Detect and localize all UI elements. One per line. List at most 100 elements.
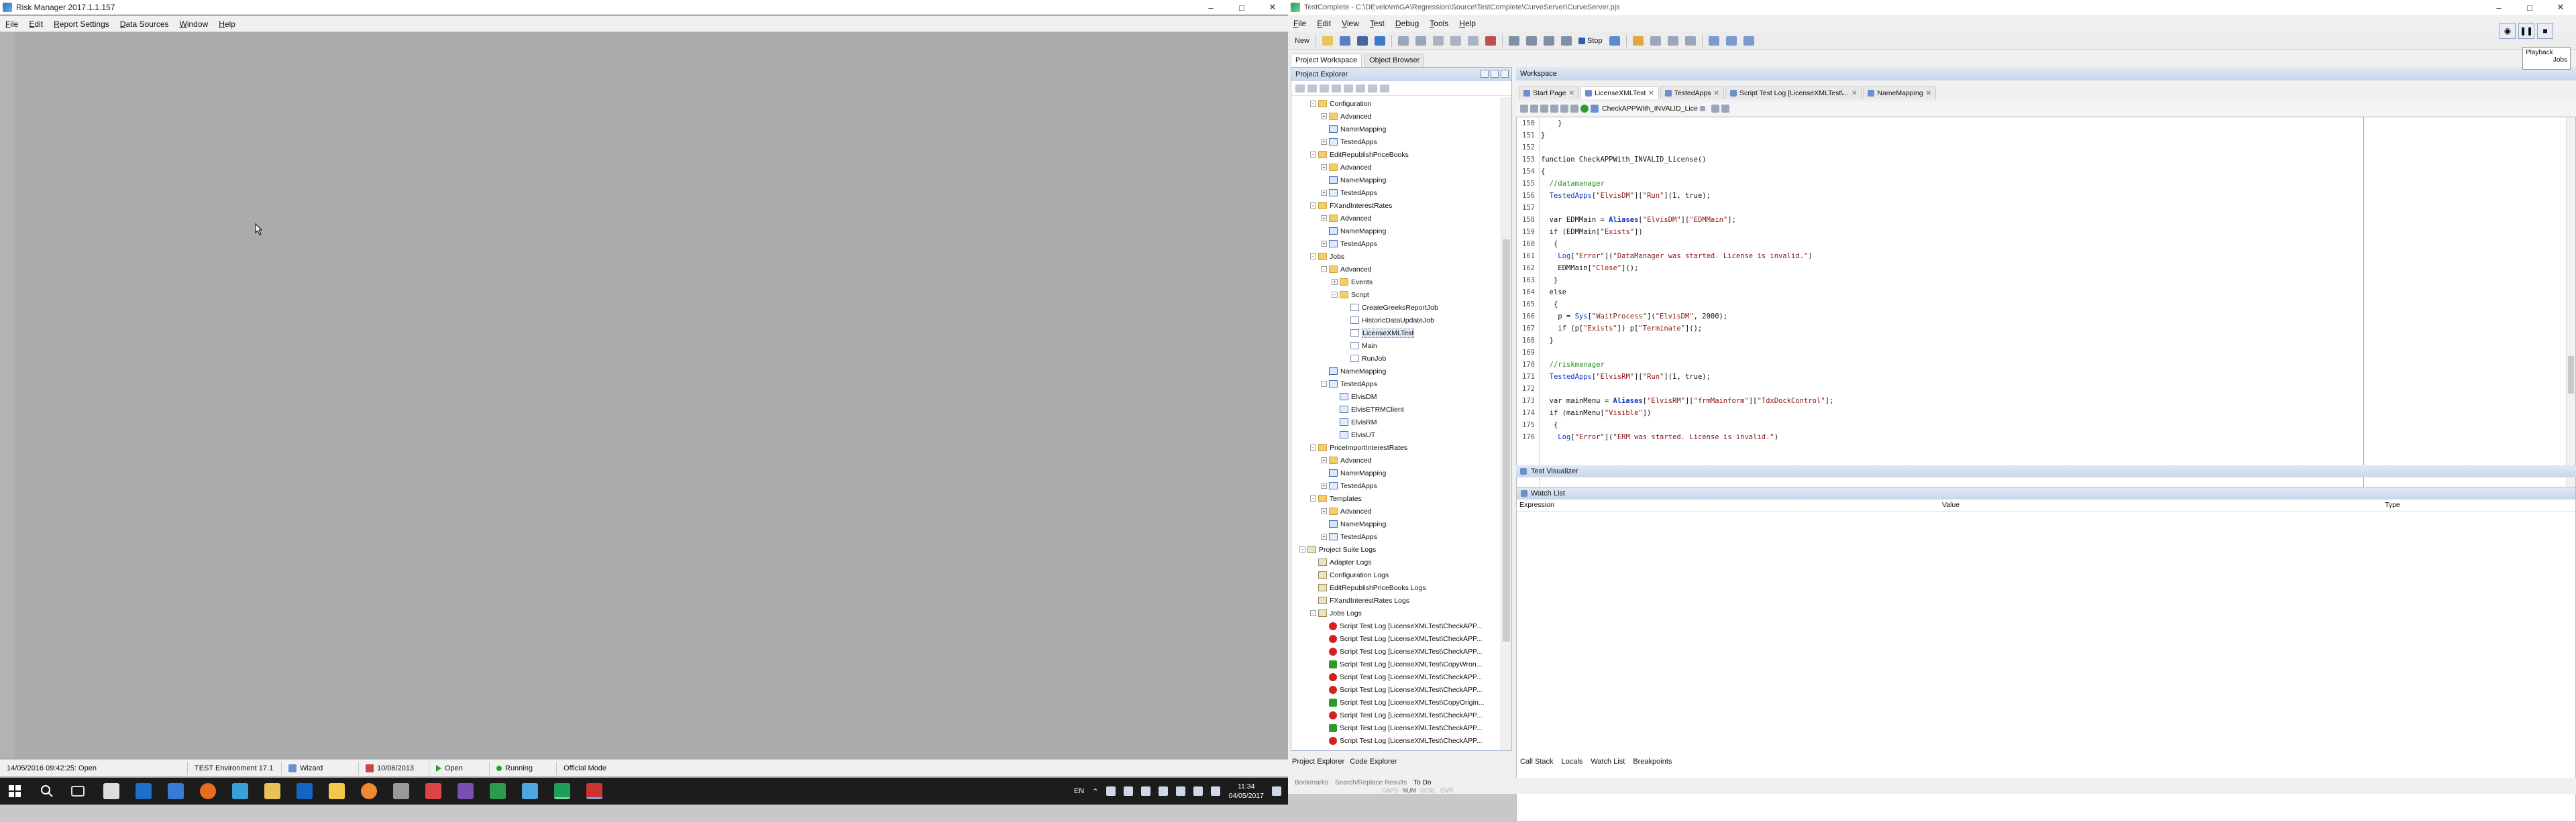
run-routine-icon[interactable] xyxy=(1520,105,1528,113)
collapse-icon[interactable]: - xyxy=(1310,101,1316,107)
minimize-button[interactable]: – xyxy=(1195,0,1226,15)
comment-icon[interactable] xyxy=(1550,105,1558,113)
code-line[interactable]: TestedApps["ElvisDM"]["Run"](1, true); xyxy=(1541,190,2337,202)
tree-item[interactable]: + TestedApps xyxy=(1291,186,1501,199)
tree-item[interactable]: - Jobs Logs xyxy=(1291,607,1501,620)
expand-icon[interactable]: + xyxy=(1321,139,1327,145)
tree-item[interactable]: + TestedApps xyxy=(1291,530,1501,543)
expand-icon[interactable]: + xyxy=(1321,190,1327,196)
close-tab-icon[interactable]: ✕ xyxy=(1714,90,1719,97)
collapse-icon[interactable]: - xyxy=(1310,152,1316,158)
save-all-button[interactable] xyxy=(1354,34,1371,48)
tree-item[interactable]: - Advanced xyxy=(1291,263,1501,276)
code-line[interactable]: var EDMMain = Aliases["ElvisDM"]["EDMMai… xyxy=(1541,214,2337,226)
tree-item[interactable]: - FXandInterestRates xyxy=(1291,199,1501,212)
run-project-button[interactable] xyxy=(1506,34,1522,48)
collapse-icon[interactable]: - xyxy=(1310,610,1316,616)
tree-item[interactable]: Main xyxy=(1291,339,1501,352)
redo-button[interactable] xyxy=(1413,34,1429,48)
testcomplete-taskbar-icon[interactable] xyxy=(554,783,570,799)
firefox-icon[interactable] xyxy=(200,783,216,799)
menu-window[interactable]: Window xyxy=(174,19,214,29)
task-view-icon[interactable] xyxy=(71,786,85,797)
step-button[interactable] xyxy=(1648,34,1664,48)
app-blue-icon[interactable] xyxy=(522,783,538,799)
column-expression[interactable]: Expression xyxy=(1517,500,1939,511)
collapse-icon[interactable]: - xyxy=(1310,445,1316,451)
tc-menu-tools[interactable]: Tools xyxy=(1424,19,1454,28)
tree-item[interactable]: Adapter Logs xyxy=(1291,556,1501,569)
tree-item[interactable]: NameMapping xyxy=(1291,467,1501,479)
stop-button[interactable]: Stop xyxy=(1576,34,1605,48)
tools-icon[interactable] xyxy=(393,783,409,799)
step-out-button[interactable] xyxy=(1682,34,1699,48)
expand-icon[interactable]: + xyxy=(1332,279,1338,285)
tree-item[interactable]: NameMapping xyxy=(1291,123,1501,135)
tree-item[interactable]: ElvisETRMClient xyxy=(1291,403,1501,416)
tray-app-icon[interactable] xyxy=(1106,786,1116,796)
tab-project-explorer[interactable]: Project Explorer xyxy=(1292,758,1344,770)
expand-icon[interactable]: + xyxy=(1321,483,1327,489)
wizard-tool-icon[interactable] xyxy=(1711,105,1719,113)
tc-menu-debug[interactable]: Debug xyxy=(1390,19,1424,28)
new-button[interactable]: New xyxy=(1292,34,1312,48)
language-indicator[interactable]: EN xyxy=(1074,787,1084,795)
tree-item[interactable]: Script Test Log [LicenseXMLTest\CopyWron… xyxy=(1291,658,1501,670)
test-visualizer-header[interactable]: Test Visualizer xyxy=(1516,465,2576,477)
code-line[interactable]: if (EDMMain["Exists"]) xyxy=(1541,226,2337,238)
tree-item[interactable]: Script Test Log [LicenseXMLTest\CheckAPP… xyxy=(1291,747,1501,749)
code-line[interactable]: { xyxy=(1541,166,2337,178)
tab-call-stack[interactable]: Call Stack xyxy=(1520,758,1554,770)
code-line[interactable]: { xyxy=(1541,238,2337,250)
tree-tool-icon[interactable] xyxy=(1356,84,1365,93)
expand-icon[interactable]: + xyxy=(1321,215,1327,221)
code-line[interactable]: Log["Error"]("DataManager was started. L… xyxy=(1541,250,2337,262)
tray-app-icon[interactable] xyxy=(1124,786,1134,796)
code-line[interactable]: if (mainMenu["Visible"]) xyxy=(1541,407,2337,419)
tab-to-do[interactable]: To Do xyxy=(1413,779,1431,786)
volume-icon[interactable] xyxy=(1211,786,1221,796)
code-line[interactable]: var mainMenu = Aliases["ElvisRM"]["frmMa… xyxy=(1541,395,2337,407)
editor-vertical-scrollbar[interactable] xyxy=(2566,117,2575,500)
tab-project-workspace[interactable]: Project Workspace xyxy=(1291,54,1362,67)
tree-item[interactable]: Script Test Log [LicenseXMLTest\CheckAPP… xyxy=(1291,721,1501,734)
code-line[interactable] xyxy=(1541,202,2337,214)
pause-button[interactable] xyxy=(1607,34,1623,48)
tree-item[interactable]: Script Test Log [LicenseXMLTest\CheckAPP… xyxy=(1291,734,1501,747)
project-tree-scrollbar[interactable] xyxy=(1501,97,1511,750)
paste-button[interactable] xyxy=(1465,34,1481,48)
ie-icon[interactable] xyxy=(168,783,184,799)
tree-tool-icon[interactable] xyxy=(1307,84,1317,93)
code-line[interactable]: p = Sys["WaitProcess"]("ElvisDM", 2000); xyxy=(1541,310,2337,322)
edge-icon[interactable] xyxy=(136,783,152,799)
column-value[interactable]: Value xyxy=(1939,500,2382,511)
code-line[interactable]: { xyxy=(1541,419,2337,431)
menu-data-sources[interactable]: Data Sources xyxy=(115,19,174,29)
tree-item[interactable]: EditRepublishPriceBooks Logs xyxy=(1291,581,1501,594)
tree-item[interactable]: - Project Suite Logs xyxy=(1291,543,1501,556)
tree-item[interactable]: - Configuration xyxy=(1291,97,1501,110)
tree-item[interactable]: Script Test Log [LicenseXMLTest\CheckAPP… xyxy=(1291,632,1501,645)
code-line[interactable]: } xyxy=(1541,274,2337,286)
close-tab-icon[interactable]: ✕ xyxy=(1851,90,1857,97)
tree-tool-icon[interactable] xyxy=(1368,84,1377,93)
tc-maximize-button[interactable]: □ xyxy=(2514,0,2545,15)
editor-tab[interactable]: TestedApps ✕ xyxy=(1660,86,1724,99)
tc-menu-file[interactable]: File xyxy=(1288,19,1311,28)
undo-button[interactable] xyxy=(1395,34,1411,48)
tree-item[interactable]: - PriceImportInterestRates xyxy=(1291,441,1501,454)
close-tab-icon[interactable]: ✕ xyxy=(1926,90,1931,97)
tree-item[interactable]: - EditRepublishPriceBooks xyxy=(1291,148,1501,161)
go-icon[interactable] xyxy=(1580,105,1589,113)
layout-2-button[interactable] xyxy=(1723,34,1739,48)
tree-item[interactable]: LicenseXMLTest xyxy=(1291,327,1501,339)
tree-item[interactable]: HistoricDataUpdateJob xyxy=(1291,314,1501,327)
layout-button[interactable] xyxy=(1706,34,1722,48)
tree-item[interactable]: Script Test Log [LicenseXMLTest\CheckAPP… xyxy=(1291,683,1501,696)
scrollbar-thumb[interactable] xyxy=(2568,356,2574,394)
tray-app-icon[interactable] xyxy=(1159,786,1169,796)
maximize-button[interactable]: □ xyxy=(1226,0,1257,15)
outdent-icon[interactable] xyxy=(1540,105,1548,113)
tree-item[interactable]: NameMapping xyxy=(1291,174,1501,186)
tc-menu-view[interactable]: View xyxy=(1336,19,1364,28)
